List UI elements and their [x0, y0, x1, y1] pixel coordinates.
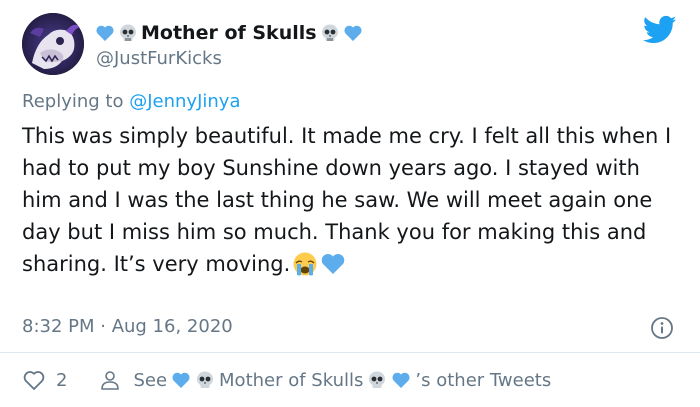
avatar[interactable] — [22, 13, 84, 75]
skull-icon — [118, 23, 138, 43]
blue-heart-icon — [343, 23, 363, 43]
skull-icon — [367, 370, 387, 390]
see-prefix: See — [133, 369, 168, 391]
info-icon[interactable] — [650, 316, 674, 340]
author-handle[interactable]: @JustFurKicks — [96, 48, 222, 70]
tweet-text-content: This was simply beautiful. It made me cr… — [22, 124, 672, 276]
see-other-tweets-link[interactable]: See Mother of Skulls ’s other Tweets — [99, 369, 551, 391]
like-count: 2 — [56, 369, 68, 391]
author-name-row[interactable]: Mother of Skulls — [95, 20, 363, 46]
tweet-timestamp[interactable]: 8:32 PM · Aug 16, 2020 — [22, 316, 233, 338]
like-button[interactable]: 2 — [22, 368, 67, 392]
blue-heart-icon — [391, 370, 411, 390]
tweet-actions: 2 See Mother of Skulls ’s other Tweets — [22, 366, 551, 394]
see-suffix: ’s other Tweets — [415, 369, 552, 391]
tweet-text: This was simply beautiful. It made me cr… — [22, 120, 672, 280]
like-heart-icon — [23, 371, 45, 390]
skull-icon — [195, 370, 215, 390]
twitter-bird-icon[interactable] — [642, 15, 677, 45]
replying-to-label: Replying to — [22, 91, 124, 112]
blue-heart-icon — [320, 251, 346, 277]
author-display-name[interactable]: Mother of Skulls — [141, 21, 317, 45]
replying-to: Replying to @JennyJinya — [22, 91, 240, 113]
see-author-name: Mother of Skulls — [219, 369, 364, 391]
blue-heart-icon — [171, 370, 191, 390]
divider — [0, 352, 700, 353]
crying-face-icon — [292, 251, 318, 277]
blue-heart-icon — [95, 23, 115, 43]
person-icon — [101, 371, 120, 390]
skull-icon — [320, 23, 340, 43]
reply-mention-link[interactable]: @JennyJinya — [129, 91, 240, 112]
